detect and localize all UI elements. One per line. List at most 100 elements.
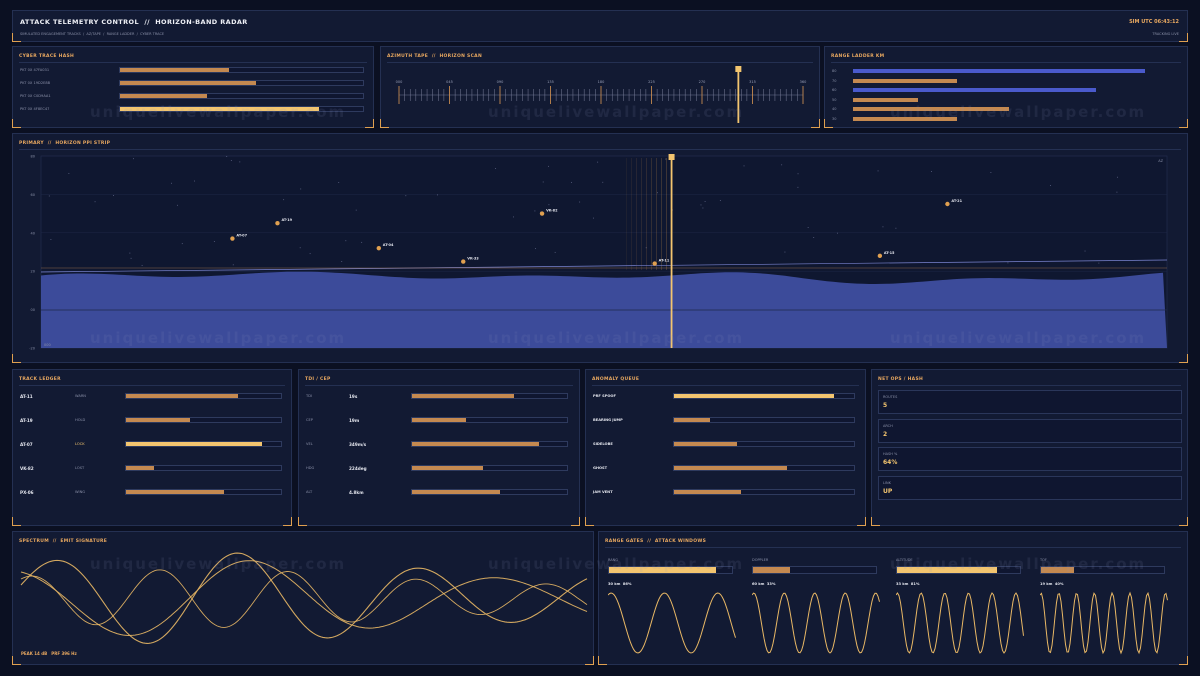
ppi-noise-point — [68, 172, 70, 174]
ppi-noise-point — [743, 165, 745, 167]
ppi-target-marker[interactable] — [877, 253, 883, 259]
ppi-noise-point — [1117, 176, 1118, 178]
ppi-noise-point — [579, 201, 581, 203]
range-ladder-panel: RANGE LADDER km 80 70 60 50 40 30 — [824, 46, 1188, 128]
net-ops-label: HASH % — [883, 452, 898, 456]
anomaly-row-label[interactable]: GHOST — [593, 466, 607, 470]
ppi-corner-bl: 000 — [44, 343, 51, 347]
range-gates-panel: RANGE GATES // ATTACK WINDOWS RANG 30 km … — [598, 531, 1188, 665]
cyber-row-bar-fill — [120, 107, 320, 111]
ppi-noise-point — [1116, 191, 1118, 193]
anomaly-row-bar — [673, 416, 855, 423]
range-ladder-bar — [853, 78, 1177, 83]
azimuth-tape[interactable]: 000 045 090 135 180 225 270 315 360 — [381, 47, 821, 129]
spectrum-footer: PEAK 14 dB PRF 396 Hz — [21, 651, 77, 656]
cyber-trace-title: CYBER TRACE HASH — [19, 54, 75, 59]
ppi-noise-point — [571, 181, 572, 183]
azimuth-tick-label: 315 — [749, 80, 756, 84]
tdi-row-bar — [411, 392, 568, 399]
anomaly-row-bar — [673, 440, 855, 447]
ledger-track-bar-fill — [126, 393, 238, 398]
tdi-row-bar-fill — [412, 465, 484, 470]
tdi-row-bar — [411, 440, 568, 447]
ppi-noise-point — [781, 164, 783, 166]
ppi-noise-point — [300, 188, 302, 190]
ppi-target-marker[interactable] — [461, 259, 466, 264]
azimuth-cursor-handle[interactable] — [735, 66, 742, 72]
ppi-noise-point — [704, 201, 706, 202]
ledger-track-bar-fill — [126, 441, 263, 446]
app-title: ATTACK TELEMETRY CONTROL // HORIZON-BAND… — [20, 18, 248, 26]
net-ops-tile[interactable]: ARCH 2 — [878, 418, 1182, 443]
range-ladder-bar — [853, 116, 1177, 121]
anomaly-row-label[interactable]: BEARING JUMP — [593, 418, 623, 422]
ppi-strip[interactable]: 80 60 40 20 00 -20 AZ 000 AT-07 AT-19 AT-04 VK-33 VK… — [13, 134, 1189, 364]
ppi-noise-point — [129, 252, 131, 254]
ppi-noise-point — [702, 207, 704, 209]
spectrum-waveform[interactable] — [13, 532, 595, 666]
azimuth-tape-panel: AZIMUTH TAPE // HORIZON SCAN 000 045 090 13… — [380, 46, 820, 128]
cyber-row-bar-fill — [120, 81, 257, 85]
anomaly-row-label[interactable]: SIDELOBE — [593, 442, 613, 446]
range-ladder-bar — [853, 107, 1177, 111]
range-ladder-bar — [853, 97, 1177, 102]
cyber-row-bar — [119, 67, 364, 73]
net-ops-tile[interactable]: HASH % 64% — [878, 447, 1182, 471]
ppi-noise-point — [338, 182, 340, 183]
azimuth-tick-label: 270 — [699, 80, 706, 84]
anomaly-row-label[interactable]: JAM VENT — [593, 490, 613, 494]
azimuth-tick-label: 180 — [598, 80, 605, 84]
tdi-row-bar — [411, 488, 568, 495]
gate-waveform — [1040, 591, 1168, 655]
ledger-track-id[interactable]: AT-07 — [20, 442, 33, 447]
ledger-track-bar — [125, 464, 282, 471]
tdi-row-value: 349m/s — [349, 442, 367, 447]
ppi-target-marker[interactable] — [376, 245, 381, 251]
ppi-target-marker[interactable] — [539, 211, 545, 216]
ppi-noise-point — [345, 240, 347, 242]
ledger-track-bar-fill — [126, 489, 224, 494]
ppi-target-marker[interactable] — [275, 221, 280, 226]
range-ladder-bar-fill — [853, 69, 1145, 73]
range-ladder-label: 50 — [832, 97, 837, 102]
tdi-row-bar — [411, 464, 568, 471]
cyber-row-label: PKT 0X 19D2E8B — [20, 81, 51, 85]
ppi-target-marker[interactable] — [945, 201, 950, 207]
tdi-row-bar — [411, 416, 568, 423]
range-ladder-bar — [853, 69, 1177, 73]
net-ops-tile[interactable]: ROUTES 5 — [878, 390, 1182, 414]
gate-label: ALTITUDE — [896, 558, 913, 562]
ppi-target-label: AT-15 — [884, 251, 895, 255]
ppi-noise-point — [882, 226, 884, 228]
gate-caption: 33 km 81% — [896, 582, 920, 586]
anomaly-row-bar-fill — [674, 417, 710, 422]
ppi-noise-point — [405, 195, 407, 197]
ledger-track-id[interactable]: AT-11 — [20, 394, 33, 399]
gate-label: TOF — [1040, 558, 1047, 562]
tdi-cep-panel: TDI / CEP TDI 19s CEP 19m VEL 349m/s HDG 224deg… — [298, 369, 580, 526]
net-ops-tile[interactable]: LINK UP — [878, 475, 1182, 500]
gate-bar — [752, 566, 877, 574]
ppi-target-marker[interactable] — [230, 236, 235, 241]
ledger-track-id[interactable]: VK-82 — [20, 466, 34, 471]
ppi-noise-point — [813, 237, 815, 238]
anomaly-row-label[interactable]: PRF SPOOF — [593, 394, 616, 398]
ledger-track-state: WARN — [75, 394, 87, 398]
anomaly-row-bar-fill — [674, 441, 737, 446]
azimuth-tick-label: 225 — [648, 80, 655, 84]
ppi-noise-point — [593, 217, 595, 219]
range-ladder-bar-fill — [853, 78, 957, 83]
ppi-noise-point — [355, 209, 357, 211]
ppi-target-label: AT-04 — [383, 243, 394, 247]
range-ladder-bar-fill — [853, 107, 1009, 111]
ppi-noise-point — [656, 192, 658, 194]
range-ladder-label: 40 — [832, 107, 837, 111]
ppi-target-label: AT-07 — [236, 234, 247, 238]
ppi-sweep-handle[interactable] — [668, 154, 675, 160]
ppi-target-marker[interactable] — [652, 261, 657, 266]
range-ladder-bar-fill — [853, 88, 1096, 92]
ppi-noise-point — [176, 204, 178, 206]
ledger-track-id[interactable]: PX-06 — [20, 490, 34, 495]
ppi-noise-point — [230, 160, 232, 161]
ledger-track-id[interactable]: AT-19 — [20, 418, 33, 423]
